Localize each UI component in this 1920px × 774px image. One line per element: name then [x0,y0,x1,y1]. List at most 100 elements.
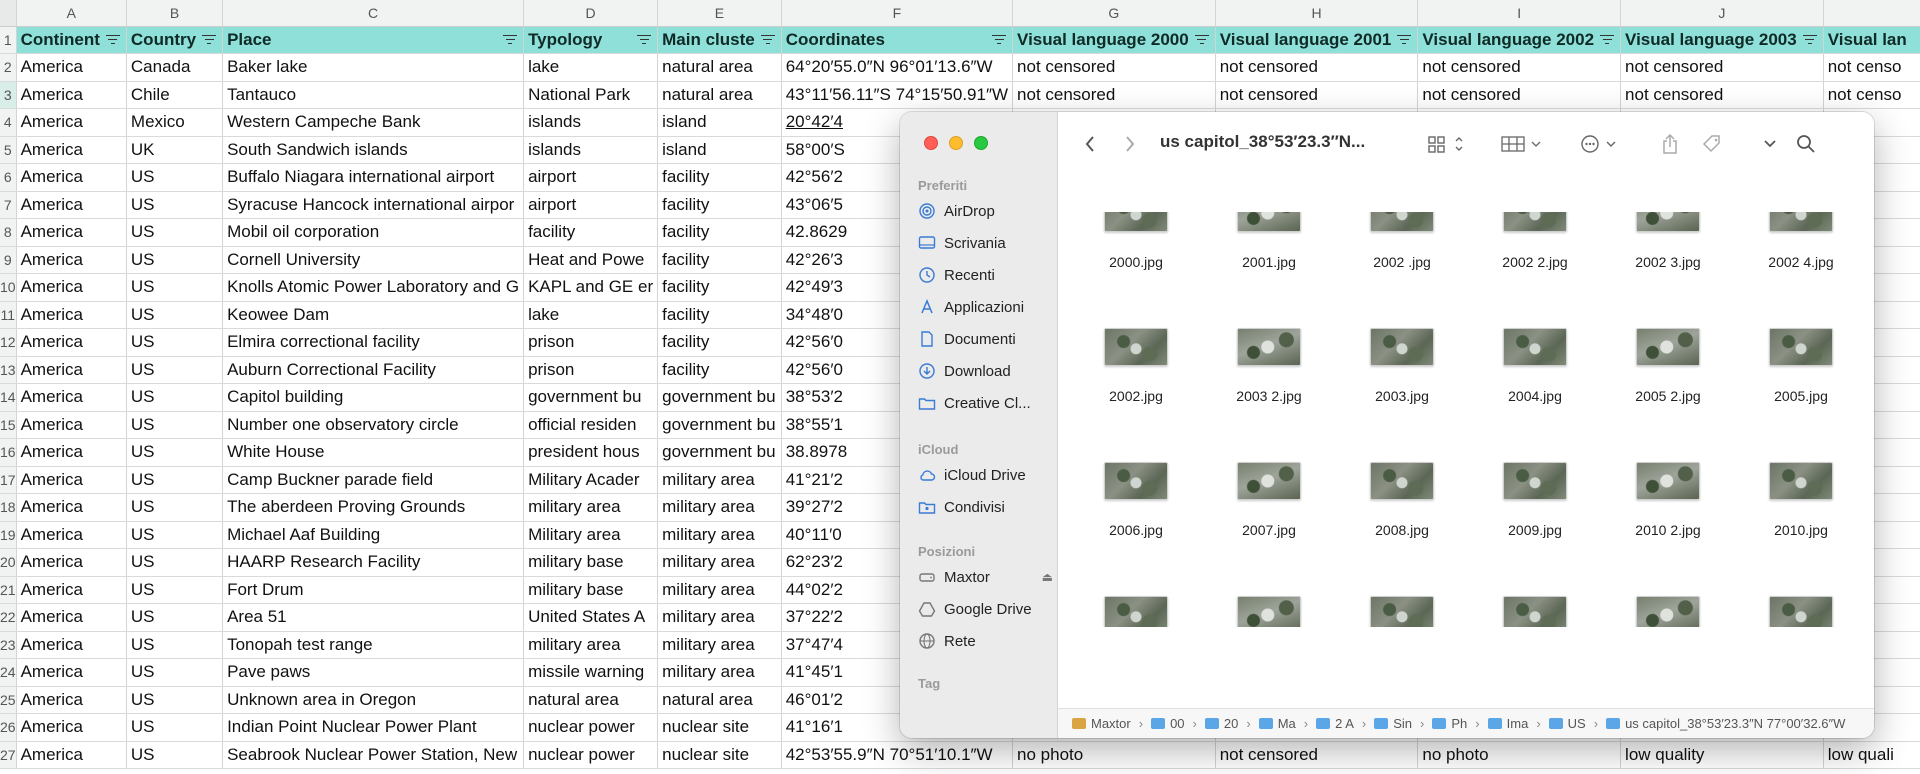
file-item[interactable]: 2002 2.jpg [1475,212,1595,270]
table-cell[interactable]: prison [523,328,659,357]
filter-icon[interactable] [105,34,120,46]
table-cell[interactable]: America [16,356,127,384]
table-cell[interactable]: 64°20′55.0″N 96°01′13.6″W [781,53,1014,82]
table-cell[interactable]: South Sandwich islands [222,136,525,164]
table-cell[interactable]: National Park [523,81,659,109]
table-cell[interactable]: America [16,548,127,577]
table-cell[interactable]: lake [523,301,659,329]
table-cell[interactable]: America [16,713,127,742]
table-cell[interactable]: America [16,53,127,82]
sidebar-item-applicazioni[interactable]: Applicazioni [918,298,1053,316]
row-number[interactable]: 18 [0,493,17,522]
table-cell[interactable]: not censored [1012,53,1216,82]
path-segment[interactable]: Sin [1374,716,1412,731]
table-cell[interactable]: US [126,438,224,467]
file-item[interactable]: 2007.jpg [1209,462,1329,538]
table-cell[interactable]: KAPL and GE er [523,273,659,302]
table-cell[interactable]: prison [523,356,659,384]
table-cell[interactable]: US [126,246,224,274]
table-cell[interactable]: America [16,108,127,137]
table-cell[interactable]: America [16,438,127,467]
table-cell[interactable]: US [126,658,224,687]
table-cell[interactable]: America [16,576,127,604]
row-number[interactable]: 8 [0,218,17,247]
table-cell[interactable]: natural area [657,81,782,109]
table-cell[interactable]: US [126,713,224,742]
table-cell[interactable]: US [126,631,224,659]
row-number[interactable]: 17 [0,466,17,494]
table-cell[interactable]: Indian Point Nuclear Power Plant [222,713,525,742]
table-cell[interactable]: Keowee Dam [222,301,525,329]
back-button[interactable] [1080,132,1100,156]
sidebar-item-google-drive[interactable]: Google Drive [918,600,1053,618]
table-cell[interactable]: no photo [1417,741,1622,769]
sidebar-item-download[interactable]: Download [918,362,1053,380]
table-cell[interactable]: official residen [523,411,659,439]
file-item[interactable]: 2002 .jpg [1342,212,1462,270]
table-cell[interactable]: government bu [657,383,782,412]
table-cell[interactable]: Buffalo Niagara international airport [222,163,525,192]
table-cell[interactable]: America [16,603,127,632]
sidebar-item-icloud-drive[interactable]: iCloud Drive [918,466,1053,484]
row-number[interactable]: 2 [0,53,17,82]
table-cell[interactable]: US [126,411,224,439]
table-cell[interactable]: UK [126,136,224,164]
table-cell[interactable]: US [126,383,224,412]
table-cell[interactable]: Tonopah test range [222,631,525,659]
file-item[interactable]: 2002 4.jpg [1741,212,1861,270]
path-segment[interactable]: 00 [1151,716,1185,731]
sidebar-item-creative-cloud[interactable]: Creative Cl... [918,394,1053,412]
table-cell[interactable]: US [126,548,224,577]
chevron-down-icon[interactable] [1760,132,1780,156]
table-cell[interactable]: Baker lake [222,53,525,82]
row-number[interactable]: 15 [0,411,17,439]
table-cell[interactable]: Auburn Correctional Facility [222,356,525,384]
row-number[interactable]: 14 [0,383,17,412]
eject-icon[interactable]: ⏏ [1042,570,1053,584]
share-button[interactable] [1658,132,1682,156]
column-letter[interactable]: I [1417,0,1622,27]
table-cell[interactable]: not censored [1620,53,1824,82]
table-cell[interactable]: Chile [126,81,224,109]
row-number[interactable]: 7 [0,191,17,219]
group-button[interactable] [1500,132,1546,156]
table-cell[interactable]: facility [523,218,659,247]
file-item[interactable]: 2006.jpg [1076,462,1196,538]
table-cell[interactable]: not censored [1215,81,1419,109]
close-button[interactable] [924,136,938,150]
sidebar-item-condivisi[interactable]: Condivisi [918,498,1053,516]
row-number[interactable]: 4 [0,108,17,137]
table-cell[interactable]: government bu [523,383,659,412]
table-cell[interactable]: facility [657,301,782,329]
table-cell[interactable]: US [126,191,224,219]
file-item[interactable]: 2008.jpg [1342,462,1462,538]
file-item[interactable]: 2010.jpg [1741,462,1861,538]
zoom-button[interactable] [974,136,988,150]
table-cell[interactable]: America [16,741,127,769]
sidebar-item-airdrop[interactable]: AirDrop [918,202,1053,220]
table-cell[interactable]: military area [657,548,782,577]
table-cell[interactable]: Military area [523,521,659,549]
header-cell[interactable]: Visual language 2003 [1620,26,1824,54]
table-cell[interactable]: America [16,411,127,439]
table-cell[interactable]: Canada [126,53,224,82]
column-letter[interactable]: A [16,0,127,27]
search-button[interactable] [1794,132,1818,156]
row-number[interactable]: 21 [0,576,17,604]
table-cell[interactable]: Area 51 [222,603,525,632]
path-segment[interactable]: 20 [1204,716,1238,731]
table-cell[interactable]: America [16,493,127,522]
file-item[interactable]: 2014 2.jpg [1608,596,1728,627]
row-number[interactable]: 6 [0,163,17,192]
file-item[interactable]: 2013 2.jpg [1342,596,1462,627]
path-segment[interactable]: 2 A [1316,716,1354,731]
column-letter[interactable]: J [1620,0,1824,27]
row-number[interactable]: 9 [0,246,17,274]
column-letter[interactable]: B [126,0,224,27]
header-cell[interactable]: Visual language 2002 [1417,26,1622,54]
table-cell[interactable]: US [126,576,224,604]
table-cell[interactable]: America [16,246,127,274]
table-cell[interactable]: facility [657,163,782,192]
path-segment[interactable]: Ima [1487,716,1528,731]
header-cell[interactable]: Country [126,26,224,54]
